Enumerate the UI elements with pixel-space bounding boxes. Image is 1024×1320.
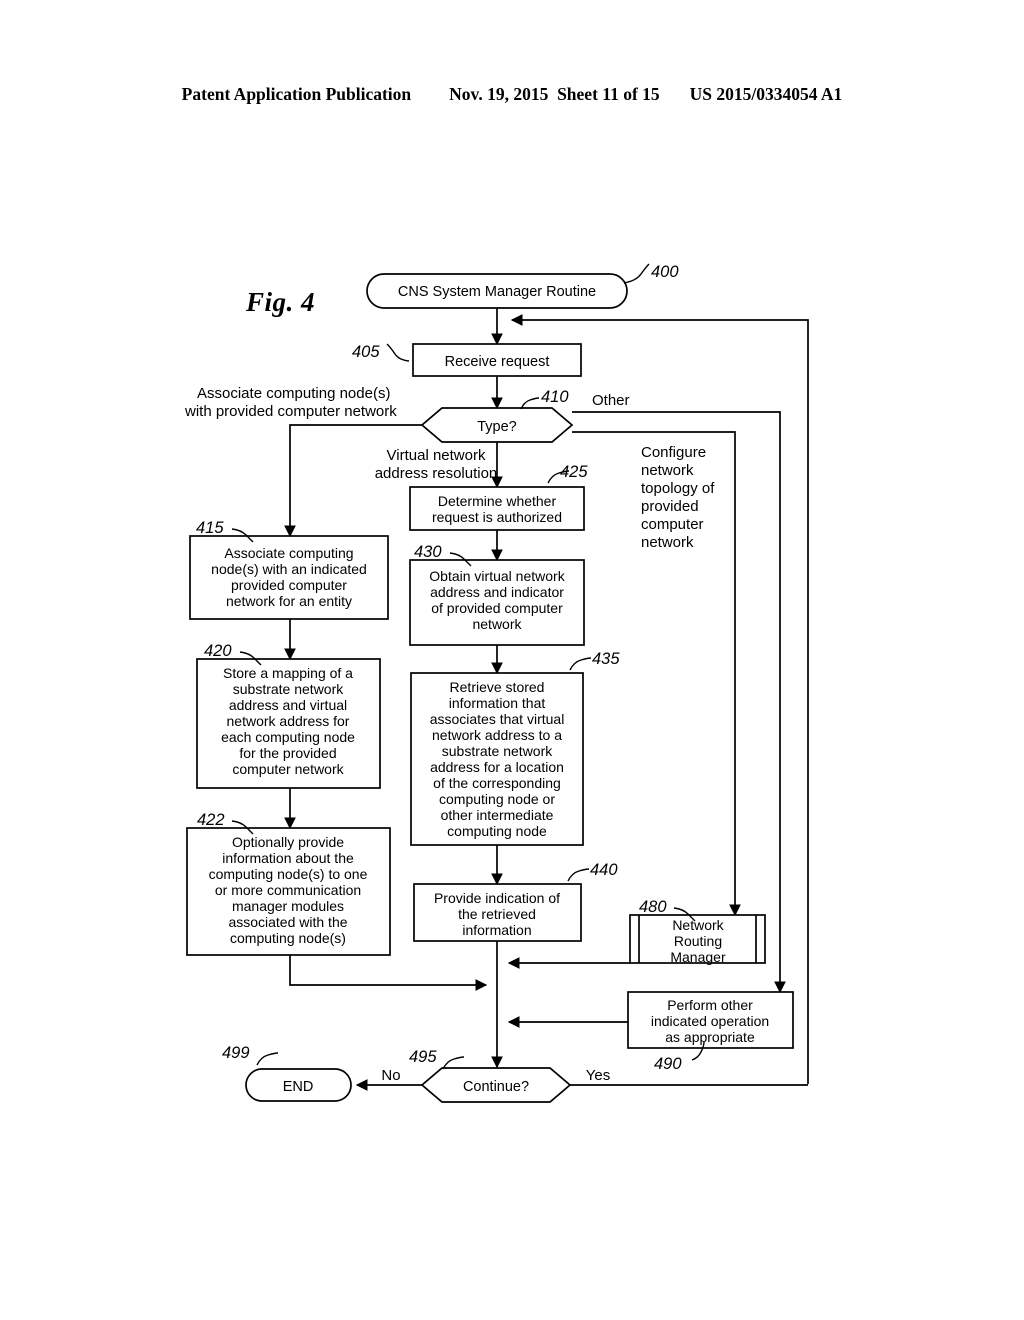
edge-label-configure-line-1: Configure	[641, 444, 706, 461]
node-retrieve-line-7: of the corresponding	[433, 775, 561, 791]
ref-405: 405	[352, 343, 380, 361]
leader-405	[386, 343, 410, 362]
node-retrieve-line-2: information that	[449, 695, 546, 711]
ref-410: 410	[541, 388, 569, 406]
edge-label-configure-line-2: network	[641, 462, 694, 479]
node-retrieve-line-3: associates that virtual	[430, 711, 565, 727]
node-determine-line-1: Determine whether	[438, 493, 557, 509]
ref-499: 499	[222, 1044, 250, 1062]
ref-435: 435	[592, 650, 620, 668]
node-receive-label: Receive request	[445, 354, 550, 370]
node-store-line-6: for the provided	[239, 745, 336, 761]
flowchart-diagram: CNS System Manager Routine 400 Receive r…	[184, 263, 809, 1103]
edge-label-no: No	[381, 1067, 400, 1084]
node-optionally-line-7: computing node(s)	[230, 930, 346, 946]
ref-480: 480	[639, 898, 667, 916]
node-store-line-3: address and virtual	[229, 697, 347, 713]
edge-label-virtual-line-2: address resolution	[375, 465, 498, 482]
node-provide-line-1: Provide indication of	[434, 890, 560, 906]
leader-435	[569, 657, 592, 671]
ref-440: 440	[590, 861, 618, 879]
node-retrieve-line-5: substrate network	[442, 743, 553, 759]
node-routing-manager-line-1: Network	[672, 917, 724, 933]
node-associate-line-1: Associate computing	[224, 545, 353, 561]
edge-label-virtual-line-1: Virtual network	[387, 447, 486, 464]
node-determine-line-2: request is authorized	[432, 509, 562, 525]
node-obtain-line-3: of provided computer	[431, 600, 563, 616]
node-store-line-4: network address for	[227, 713, 350, 729]
node-retrieve-line-10: computing node	[447, 823, 547, 839]
ref-430: 430	[414, 543, 442, 561]
node-perform-other-line-3: as appropriate	[665, 1029, 755, 1045]
patent-figure-page: Patent Application Publication Nov. 19, 2…	[0, 0, 1024, 1320]
edge-label-yes: Yes	[586, 1067, 610, 1084]
node-continue-label: Continue?	[463, 1079, 529, 1095]
leader-440	[567, 868, 590, 882]
node-retrieve-line-9: other intermediate	[441, 807, 554, 823]
node-obtain-line-1: Obtain virtual network	[429, 568, 565, 584]
node-store-line-7: computer network	[232, 761, 344, 777]
ref-495: 495	[409, 1048, 437, 1066]
node-retrieve-line-4: network address to a	[432, 727, 562, 743]
node-associate-line-3: provided computer	[231, 577, 347, 593]
node-store-line-5: each computing node	[221, 729, 355, 745]
node-optionally-line-4: or more communication	[215, 882, 361, 898]
edge-label-configure-line-6: network	[641, 534, 694, 551]
node-associate-line-2: node(s) with an indicated	[211, 561, 367, 577]
ref-425: 425	[560, 463, 588, 481]
ref-415: 415	[196, 519, 224, 537]
node-associate-line-4: network for an entity	[226, 593, 352, 609]
ref-420: 420	[204, 642, 232, 660]
node-routing-manager-line-2: Routing	[674, 933, 722, 949]
node-routing-manager-line-3: Manager	[670, 949, 726, 965]
node-retrieve-line-6: address for a location	[430, 759, 564, 775]
edge-label-other: Other	[592, 392, 630, 409]
ref-400: 400	[651, 263, 679, 281]
node-end-label: END	[283, 1079, 314, 1095]
node-perform-other-line-1: Perform other	[667, 997, 753, 1013]
leader-499	[256, 1052, 279, 1066]
node-optionally-line-1: Optionally provide	[232, 834, 344, 850]
leader-400	[623, 263, 650, 284]
node-retrieve-line-8: computing node or	[439, 791, 555, 807]
node-start-label: CNS System Manager Routine	[398, 284, 596, 300]
node-optionally-line-3: computing node(s) to one	[209, 866, 368, 882]
node-optionally-line-6: associated with the	[228, 914, 347, 930]
edge-label-associate-line-2: with provided computer network	[184, 403, 397, 420]
node-provide-line-2: the retrieved	[458, 906, 536, 922]
node-store-line-1: Store a mapping of a	[223, 665, 353, 681]
node-retrieve-line-1: Retrieve stored	[450, 679, 545, 695]
node-obtain-line-2: address and indicator	[430, 584, 564, 600]
node-obtain-line-4: network	[472, 616, 522, 632]
edge-label-configure-line-5: computer	[641, 516, 704, 533]
ref-422: 422	[197, 811, 225, 829]
edge-label-associate-line-1: Associate computing node(s)	[197, 385, 390, 402]
node-store-line-2: substrate network	[233, 681, 344, 697]
ref-490: 490	[654, 1055, 682, 1073]
connector-optionally-to-merge	[289, 955, 488, 991]
node-type-label: Type?	[477, 419, 517, 435]
node-optionally-line-2: information about the	[222, 850, 354, 866]
node-optionally-line-5: manager modules	[232, 898, 344, 914]
node-provide-line-3: information	[462, 922, 531, 938]
node-perform-other-line-2: indicated operation	[651, 1013, 769, 1029]
edge-label-configure-line-4: provided	[641, 498, 699, 515]
edge-label-configure-line-3: topology of	[641, 480, 715, 497]
